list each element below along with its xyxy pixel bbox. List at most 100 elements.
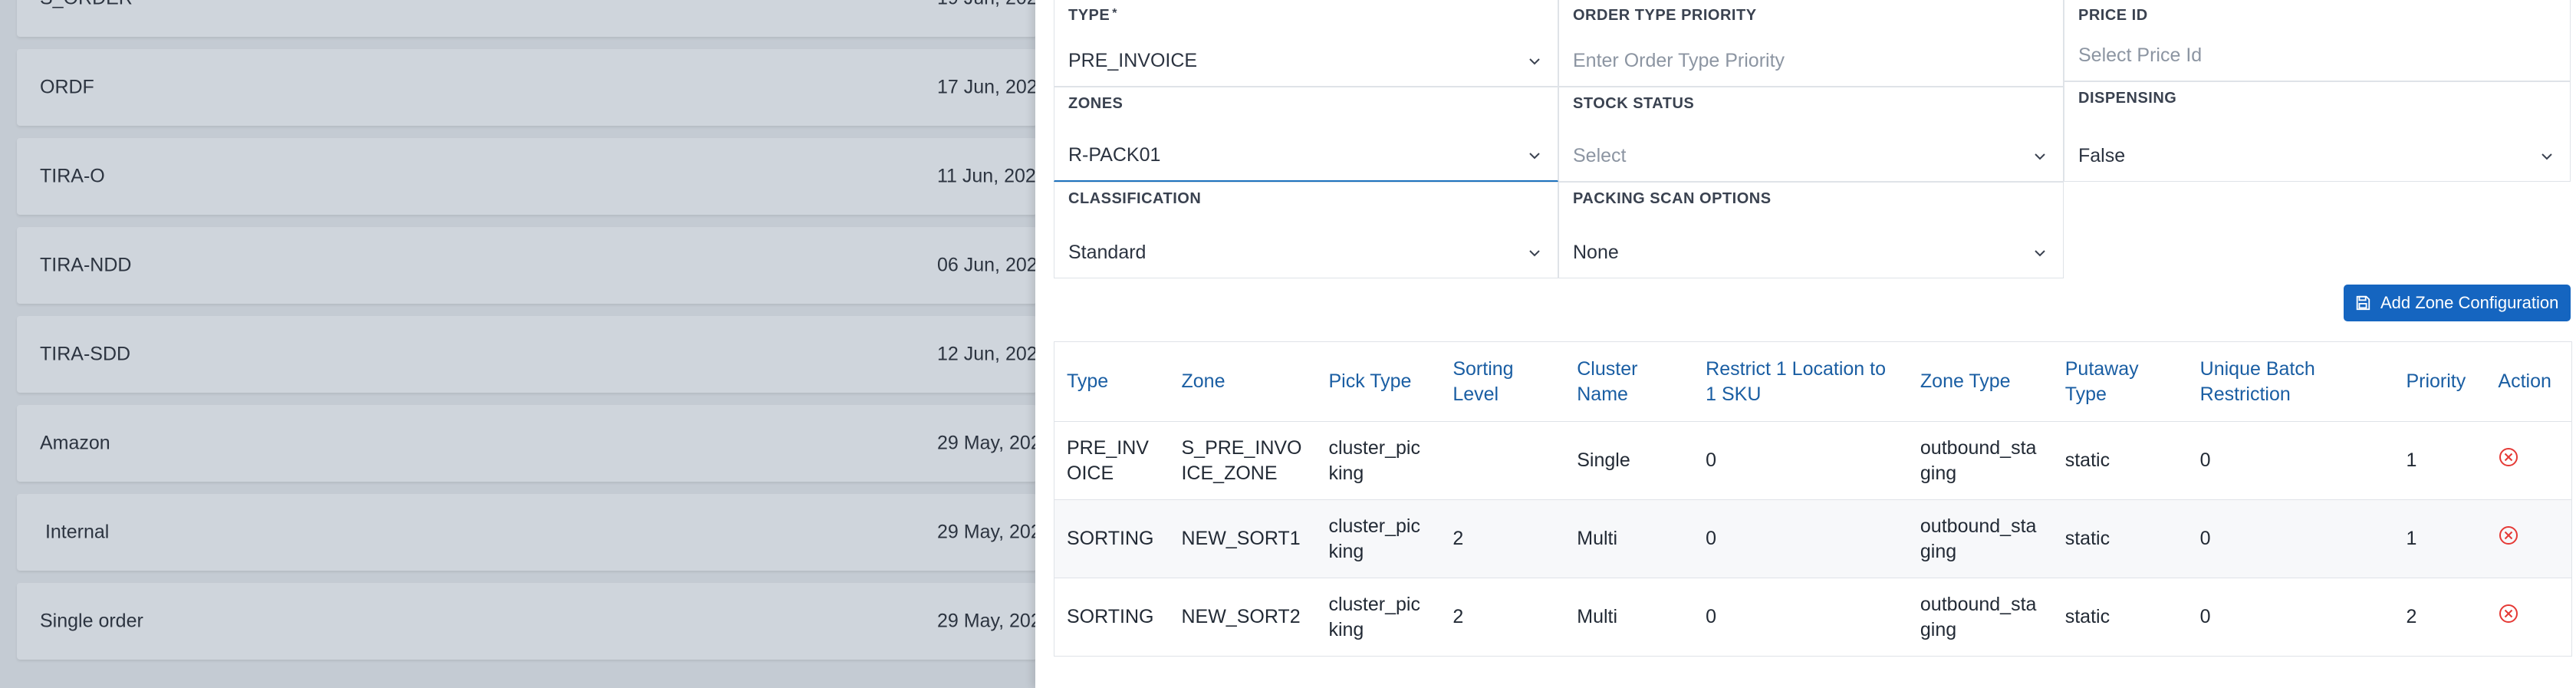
dispensing-select[interactable]: DISPENSING False — [2064, 81, 2571, 182]
list-item[interactable]: Single order 29 May, 202 — [17, 583, 1041, 660]
cell-zone-type: outbound_staging — [1907, 499, 2053, 578]
zones-label: ZONES — [1068, 95, 1124, 112]
list-item-name: ORDF — [40, 76, 94, 98]
chevron-down-icon — [1529, 58, 1540, 65]
stock-status-select[interactable]: STOCK STATUS Select — [1558, 87, 2064, 182]
column-header-cluster-name: Cluster Name — [1564, 341, 1694, 422]
cell-sorting-level: 2 — [1440, 499, 1565, 578]
cell-zone: NEW_SORT2 — [1169, 578, 1317, 657]
list-item[interactable]: TIRA-NDD 06 Jun, 202 — [17, 227, 1038, 304]
column-header-restrict-location: Restrict 1 Location to 1 SKU — [1693, 341, 1908, 422]
order-type-priority-input[interactable]: Enter Order Type Priority — [1573, 50, 1785, 72]
cell-zone-type: outbound_staging — [1907, 578, 2053, 657]
column-header-putaway-type: Putaway Type — [2052, 341, 2188, 422]
delete-icon[interactable] — [2498, 446, 2519, 468]
price-id-input[interactable]: Select Price Id — [2078, 44, 2202, 67]
cell-zone-type: outbound_staging — [1907, 421, 2053, 500]
cell-sorting-level: 2 — [1440, 578, 1565, 657]
type-value: PRE_INVOICE — [1068, 50, 1198, 71]
cell-restrict-location: 0 — [1693, 421, 1908, 500]
order-type-priority-field[interactable]: ORDER TYPE PRIORITY Enter Order Type Pri… — [1558, 0, 2064, 87]
list-item-date: 12 Jun, 202 — [937, 343, 1038, 365]
cell-zone: NEW_SORT1 — [1169, 499, 1317, 578]
cell-pick-type: cluster_picking — [1316, 499, 1441, 578]
cell-cluster-name: Multi — [1564, 499, 1694, 578]
add-zone-configuration-label: Add Zone Configuration — [2380, 293, 2559, 312]
column-header-pick-type: Pick Type — [1316, 341, 1441, 422]
cell-putaway-type: static — [2052, 499, 2188, 578]
list-item[interactable]: TIRA-SDD 12 Jun, 202 — [17, 316, 1038, 393]
classification-value: Standard — [1068, 242, 1147, 263]
cell-action — [2486, 578, 2572, 657]
list-item-date: 29 May, 202 — [937, 521, 1041, 543]
table-row: PRE_INVOICE S_PRE_INVOICE_ZONE cluster_p… — [1054, 421, 2572, 500]
chevron-down-icon — [2035, 153, 2045, 160]
classification-select[interactable]: CLASSIFICATION Standard — [1054, 182, 1558, 278]
table-row: SORTING NEW_SORT1 cluster_picking 2 Mult… — [1054, 499, 2572, 578]
list-item-date: 19 Jun, 202 — [937, 0, 1038, 10]
zones-select[interactable]: ZONES R-PACK01 — [1054, 87, 1558, 182]
order-type-priority-label: ORDER TYPE PRIORITY — [1573, 7, 1757, 24]
column-header-type: Type — [1054, 341, 1170, 422]
packing-scan-options-value: None — [1573, 242, 1619, 263]
cell-priority: 1 — [2393, 421, 2486, 500]
cell-type: PRE_INVOICE — [1054, 421, 1170, 500]
cell-priority: 2 — [2393, 578, 2486, 657]
list-item-date: 29 May, 202 — [937, 432, 1041, 454]
save-icon — [2356, 295, 2370, 311]
delete-icon[interactable] — [2498, 525, 2519, 546]
packing-scan-options-select[interactable]: PACKING SCAN OPTIONS None — [1558, 182, 2064, 278]
cell-pick-type: cluster_picking — [1316, 421, 1441, 500]
list-item-name: S_ORDER — [40, 0, 133, 10]
list-item-date: 29 May, 202 — [937, 610, 1041, 632]
list-item-date: 06 Jun, 202 — [937, 254, 1038, 276]
chevron-down-icon — [2035, 250, 2045, 257]
list-item-name: TIRA-SDD — [40, 343, 131, 365]
list-item-name: TIRA-O — [40, 165, 105, 187]
list-item-name: Internal — [40, 521, 110, 543]
cell-type: SORTING — [1054, 578, 1170, 657]
chevron-down-icon — [1529, 250, 1540, 257]
list-item[interactable]: Amazon 29 May, 202 — [17, 405, 1041, 482]
cell-unique-batch: 0 — [2187, 421, 2394, 500]
list-item-date: 17 Jun, 202 — [937, 76, 1038, 98]
stock-status-label: STOCK STATUS — [1573, 95, 1695, 112]
price-id-field[interactable]: PRICE ID Select Price Id — [2064, 0, 2571, 81]
list-item-name: TIRA-NDD — [40, 254, 132, 276]
chevron-down-icon — [2541, 153, 2552, 160]
cell-type: SORTING — [1054, 499, 1170, 578]
cell-action — [2486, 499, 2572, 578]
list-item[interactable]: S_ORDER 19 Jun, 202 — [17, 0, 1038, 37]
list-item[interactable]: Internal 29 May, 202 — [17, 494, 1041, 571]
dispensing-label: DISPENSING — [2078, 90, 2177, 107]
type-select[interactable]: TYPE * PRE_INVOICE — [1054, 0, 1558, 87]
delete-icon[interactable] — [2498, 603, 2519, 624]
column-header-zone-type: Zone Type — [1907, 341, 2053, 422]
cell-unique-batch: 0 — [2187, 578, 2394, 657]
column-header-unique-batch: Unique Batch Restriction — [2187, 341, 2394, 422]
zones-value: R-PACK01 — [1068, 144, 1161, 166]
price-id-label: PRICE ID — [2078, 7, 2148, 24]
cell-unique-batch: 0 — [2187, 499, 2394, 578]
list-item-name: Amazon — [40, 432, 110, 454]
classification-label: CLASSIFICATION — [1068, 190, 1202, 207]
column-header-priority: Priority — [2393, 341, 2486, 422]
table-header-row: Type Zone Pick Type Sorting Level Cluste… — [1054, 341, 2572, 422]
add-zone-configuration-button[interactable]: Add Zone Configuration — [2344, 285, 2571, 321]
list-item-date: 11 Jun, 202 — [937, 165, 1036, 187]
table-row: SORTING NEW_SORT2 cluster_picking 2 Mult… — [1054, 578, 2572, 657]
type-label: TYPE * — [1068, 7, 1117, 24]
cell-restrict-location: 0 — [1693, 499, 1908, 578]
cell-sorting-level — [1440, 421, 1565, 500]
cell-cluster-name: Single — [1564, 421, 1694, 500]
background-order-type-list: S_ORDER 19 Jun, 202 ORDF 17 Jun, 202 TIR… — [0, 0, 1041, 688]
column-header-zone: Zone — [1169, 341, 1317, 422]
packing-scan-options-label: PACKING SCAN OPTIONS — [1573, 190, 1772, 207]
list-item[interactable]: TIRA-O 11 Jun, 202 — [17, 138, 1037, 215]
cell-pick-type: cluster_picking — [1316, 578, 1441, 657]
column-header-action: Action — [2486, 341, 2572, 422]
list-item[interactable]: ORDF 17 Jun, 202 — [17, 49, 1038, 126]
chevron-down-icon — [1529, 153, 1540, 160]
list-item-name: Single order — [40, 610, 143, 632]
cell-cluster-name: Multi — [1564, 578, 1694, 657]
